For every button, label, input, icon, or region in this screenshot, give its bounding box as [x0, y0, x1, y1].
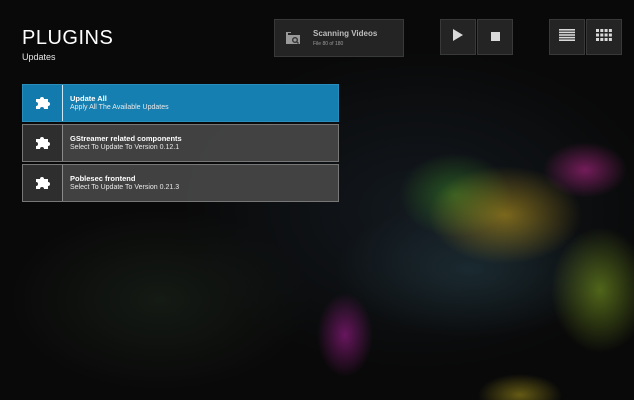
stop-icon — [490, 28, 500, 46]
list-item-subtitle: Apply All The Available Updates — [70, 104, 169, 111]
scanning-status-panel: Scanning Videos File 80 of 180 — [274, 19, 404, 57]
puzzle-piece-icon — [23, 165, 63, 201]
grid-view-icon — [596, 28, 612, 46]
puzzle-piece-icon — [23, 85, 63, 121]
updates-list: Update All Apply All The Available Updat… — [22, 84, 339, 204]
list-item-subtitle: Select To Update To Version 0.12.1 — [70, 144, 180, 151]
list-item-title: GStreamer related components — [70, 134, 182, 143]
status-progress-text: File 80 of 180 — [313, 41, 344, 47]
status-title: Scanning Videos — [313, 29, 378, 38]
list-item-update-all[interactable]: Update All Apply All The Available Updat… — [22, 84, 339, 122]
plugins-screen: PLUGINS Updates Scanning Videos File 80 … — [6, 6, 628, 394]
scan-folder-icon — [285, 30, 301, 46]
play-icon — [453, 28, 463, 46]
page-subtitle: Updates — [22, 52, 56, 62]
list-view-button[interactable] — [549, 19, 585, 55]
list-item-subtitle: Select To Update To Version 0.21.3 — [70, 184, 180, 191]
page-title: PLUGINS — [22, 27, 114, 49]
stop-button[interactable] — [477, 19, 513, 55]
play-button[interactable] — [440, 19, 476, 55]
puzzle-piece-icon — [23, 125, 63, 161]
grid-view-button[interactable] — [586, 19, 622, 55]
list-item-poblesec[interactable]: Poblesec frontend Select To Update To Ve… — [22, 164, 339, 202]
list-item-gstreamer[interactable]: GStreamer related components Select To U… — [22, 124, 339, 162]
list-item-title: Poblesec frontend — [70, 174, 136, 183]
list-view-icon — [559, 28, 575, 46]
list-item-title: Update All — [70, 94, 107, 103]
